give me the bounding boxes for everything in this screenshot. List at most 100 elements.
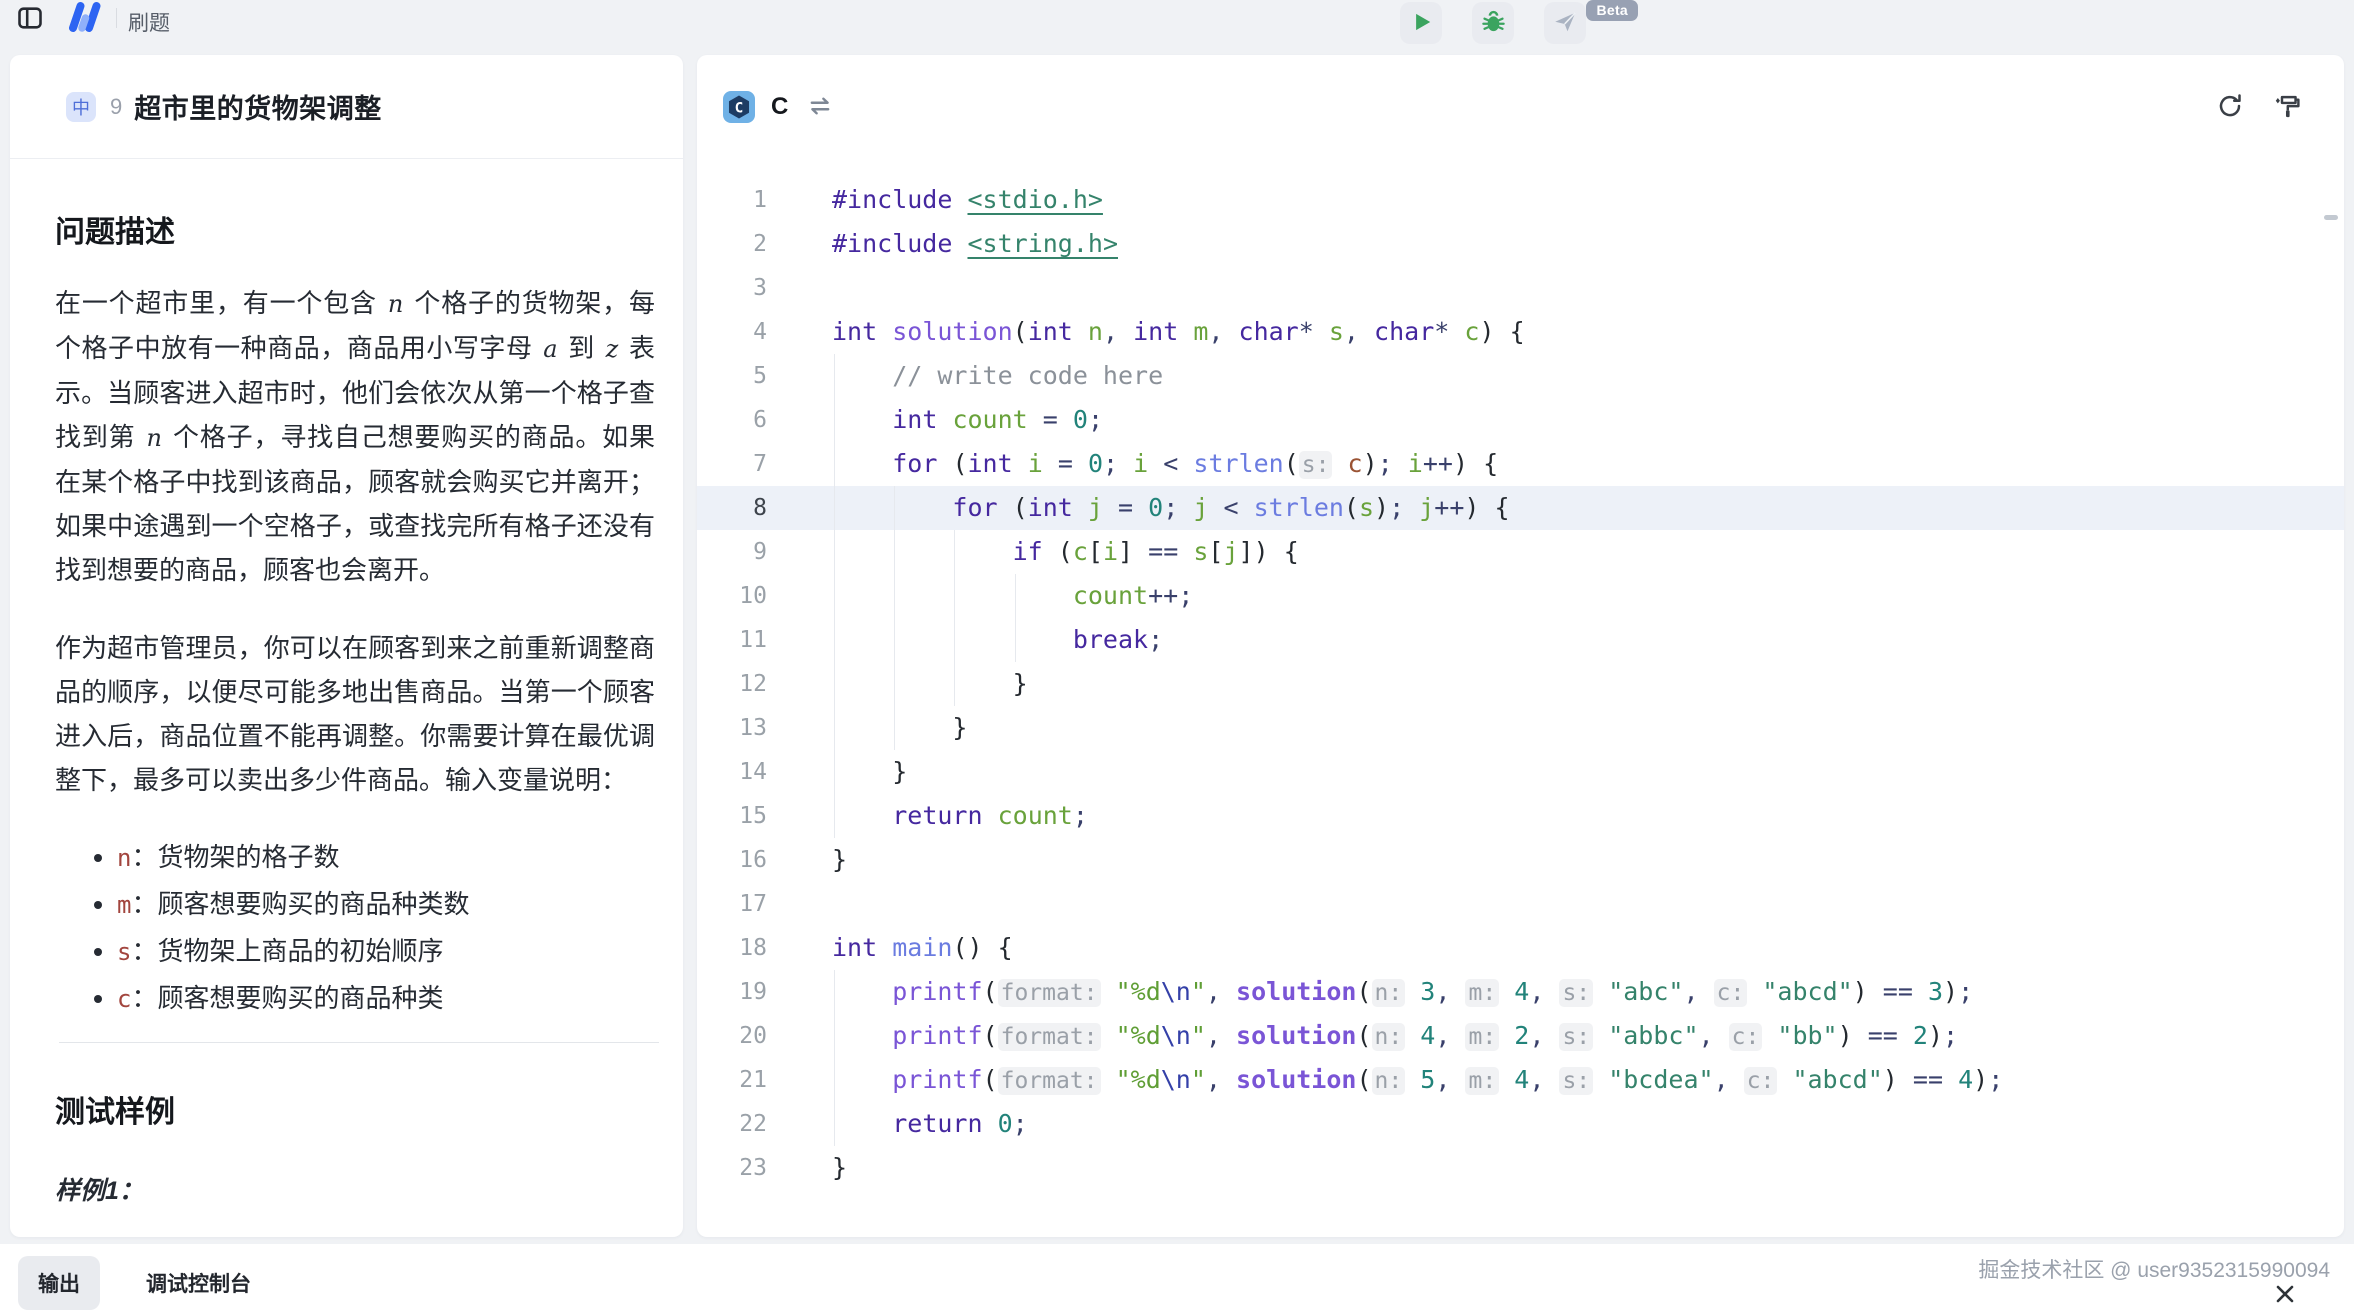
line-number: 12 xyxy=(697,662,767,706)
indent-guide xyxy=(954,662,955,706)
scrollbar-marker[interactable] xyxy=(2324,215,2338,220)
variable-item: m：顾客想要购买的商品种类数 xyxy=(117,889,655,920)
indent-guide xyxy=(894,618,895,662)
editor-action-buttons: Beta xyxy=(1400,2,1586,44)
indent-guide xyxy=(834,530,835,574)
code-row[interactable]: 6 int count = 0; xyxy=(697,398,2344,442)
indent-guide xyxy=(834,750,835,794)
panel-left-icon xyxy=(16,20,44,35)
code-line-text: printf(format: "%d\n", solution(n: 4, m:… xyxy=(832,1014,1958,1058)
indent-guide xyxy=(834,662,835,706)
problem-body: 问题描述 在一个超市里，有一个包含 n 个格子的货物架，每个格子中放有一种商品，… xyxy=(10,207,683,1207)
code-row[interactable]: 15 return count; xyxy=(697,794,2344,838)
line-number: 4 xyxy=(697,310,767,354)
line-number: 18 xyxy=(697,926,767,970)
code-row[interactable]: 9 if (c[i] == s[j]) { xyxy=(697,530,2344,574)
code-line-text: printf(format: "%d\n", solution(n: 5, m:… xyxy=(832,1058,2003,1102)
paper-plane-icon xyxy=(1552,9,1578,38)
run-button[interactable] xyxy=(1400,2,1442,44)
tab-output[interactable]: 输出 xyxy=(18,1256,100,1310)
variable-item: s：货物架上商品的初始顺序 xyxy=(117,936,655,967)
bug-icon xyxy=(1480,8,1507,38)
problem-header: 中 9 超市里的货物架调整 xyxy=(10,55,683,159)
code-editor[interactable]: 1#include <stdio.h>2#include <string.h>3… xyxy=(697,159,2344,1190)
line-number: 14 xyxy=(697,750,767,794)
code-row[interactable]: 4int solution(int n, int m, char* s, cha… xyxy=(697,310,2344,354)
variable-name: n xyxy=(117,844,131,872)
code-line-text: // write code here xyxy=(832,354,1163,398)
line-number: 1 xyxy=(697,178,767,222)
variable-name: s xyxy=(117,938,131,966)
code-row[interactable]: 12 } xyxy=(697,662,2344,706)
indent-guide xyxy=(834,398,835,442)
code-lines: 1#include <stdio.h>2#include <string.h>3… xyxy=(697,178,2344,1190)
code-row[interactable]: 8 for (int j = 0; j < strlen(s); j++) { xyxy=(697,486,2344,530)
code-line-text: if (c[i] == s[j]) { xyxy=(832,530,1299,574)
line-number: 20 xyxy=(697,1014,767,1058)
sidebar-toggle-button[interactable] xyxy=(16,4,44,32)
code-row[interactable]: 1#include <stdio.h> xyxy=(697,178,2344,222)
line-number: 2 xyxy=(697,222,767,266)
problem-panel: 中 9 超市里的货物架调整 问题描述 在一个超市里，有一个包含 n 个格子的货物… xyxy=(10,55,683,1237)
divider xyxy=(116,8,117,28)
problem-id: 9 xyxy=(110,94,122,120)
code-row[interactable]: 13 } xyxy=(697,706,2344,750)
console-tabs: 输出 调试控制台 xyxy=(18,1256,271,1310)
bottom-bar: 输出 调试控制台 掘金技术社区 @ user9352315990094 xyxy=(0,1244,2354,1316)
math-variable: a xyxy=(540,335,560,363)
submit-button[interactable]: Beta xyxy=(1544,2,1586,44)
indent-guide xyxy=(894,662,895,706)
switch-language-button[interactable] xyxy=(806,92,834,123)
line-number: 6 xyxy=(697,398,767,442)
beta-badge: Beta xyxy=(1586,0,1638,21)
problem-paragraphs: 在一个超市里，有一个包含 n 个格子的货物架，每个格子中放有一种商品，商品用小写… xyxy=(55,281,655,802)
line-number: 22 xyxy=(697,1102,767,1146)
line-number: 21 xyxy=(697,1058,767,1102)
code-line-text: return count; xyxy=(832,794,1088,838)
code-row[interactable]: 16} xyxy=(697,838,2344,882)
code-row[interactable]: 2#include <string.h> xyxy=(697,222,2344,266)
code-row[interactable]: 14 } xyxy=(697,750,2344,794)
code-row[interactable]: 19 printf(format: "%d\n", solution(n: 3,… xyxy=(697,970,2344,1014)
format-code-button[interactable] xyxy=(2271,90,2302,124)
indent-guide xyxy=(834,706,835,750)
indent-guide xyxy=(834,574,835,618)
app-logo[interactable] xyxy=(64,1,106,33)
code-line-text: } xyxy=(832,1146,847,1190)
code-row[interactable]: 18int main() { xyxy=(697,926,2344,970)
language-selector[interactable]: C C xyxy=(723,91,834,123)
line-number: 10 xyxy=(697,574,767,618)
app-section-label: 刷题 xyxy=(128,7,170,37)
reset-code-button[interactable] xyxy=(2215,91,2245,124)
debug-button[interactable] xyxy=(1472,2,1514,44)
indent-guide xyxy=(894,706,895,750)
line-number: 15 xyxy=(697,794,767,838)
indent-guide xyxy=(954,530,955,574)
code-row[interactable]: 11 break; xyxy=(697,618,2344,662)
code-row[interactable]: 7 for (int i = 0; i < strlen(s: c); i++)… xyxy=(697,442,2344,486)
code-row[interactable]: 21 printf(format: "%d\n", solution(n: 5,… xyxy=(697,1058,2344,1102)
indent-guide xyxy=(834,970,835,1014)
problem-title: 超市里的货物架调整 xyxy=(134,87,382,126)
code-line-text: } xyxy=(832,662,1028,706)
code-row[interactable]: 3 xyxy=(697,266,2344,310)
tab-debug-console[interactable]: 调试控制台 xyxy=(126,1256,271,1310)
problem-paragraph: 作为超市管理员，你可以在顾客到来之前重新调整商品的顺序，以便尽可能多地出售商品。… xyxy=(55,626,655,802)
code-row[interactable]: 23} xyxy=(697,1146,2344,1190)
code-row[interactable]: 22 return 0; xyxy=(697,1102,2344,1146)
indent-guide xyxy=(954,618,955,662)
code-row[interactable]: 17 xyxy=(697,882,2344,926)
close-button[interactable] xyxy=(2272,1282,2298,1308)
code-row[interactable]: 5 // write code here xyxy=(697,354,2344,398)
indent-guide xyxy=(894,486,895,530)
svg-text:C: C xyxy=(735,100,744,116)
problem-paragraph: 在一个超市里，有一个包含 n 个格子的货物架，每个格子中放有一种商品，商品用小写… xyxy=(55,281,655,592)
math-variable: n xyxy=(385,290,406,318)
code-row[interactable]: 10 count++; xyxy=(697,574,2344,618)
line-number: 19 xyxy=(697,970,767,1014)
line-number: 11 xyxy=(697,618,767,662)
code-line-text: return 0; xyxy=(832,1102,1028,1146)
code-row[interactable]: 20 printf(format: "%d\n", solution(n: 4,… xyxy=(697,1014,2344,1058)
line-number: 5 xyxy=(697,354,767,398)
line-number: 3 xyxy=(697,266,767,310)
